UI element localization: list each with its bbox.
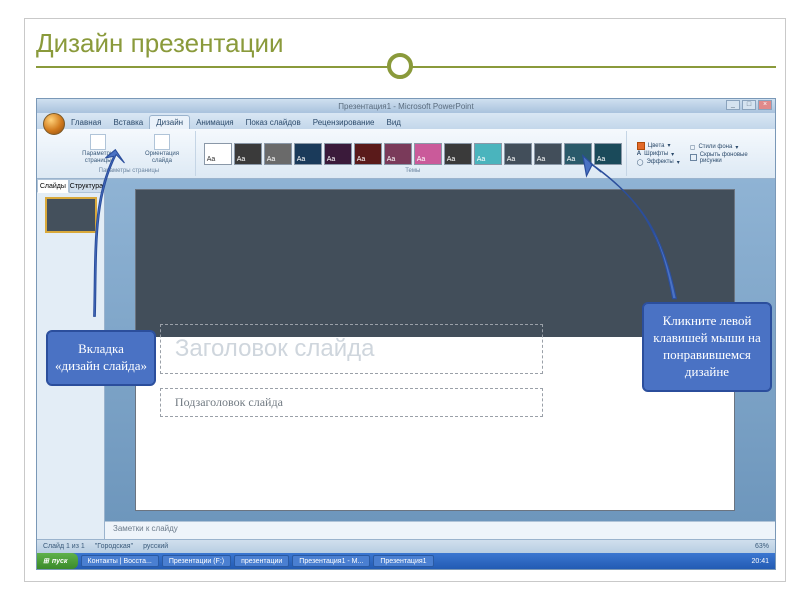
window-title: Презентация1 - Microsoft PowerPoint bbox=[338, 102, 473, 111]
theme-thumbnail-4[interactable] bbox=[324, 143, 352, 165]
title-ring-icon bbox=[387, 53, 413, 79]
callout-design-tab: Вкладка «дизайн слайда» bbox=[46, 330, 156, 386]
themes-gallery bbox=[204, 133, 622, 168]
status-language: русский bbox=[143, 543, 168, 550]
windows-taskbar: ⊞ пуск Контакты | Восста... Презентации … bbox=[37, 553, 775, 569]
slide-title-placeholder[interactable]: Заголовок слайда bbox=[160, 324, 543, 374]
theme-thumbnail-11[interactable] bbox=[534, 143, 562, 165]
tab-animation[interactable]: Анимация bbox=[190, 116, 240, 129]
status-theme: "Городская" bbox=[95, 543, 133, 550]
hide-bg-checkbox[interactable]: Скрыть фоновые рисунки bbox=[690, 152, 771, 164]
maximize-button[interactable]: □ bbox=[742, 100, 756, 110]
tab-design[interactable]: Дизайн bbox=[149, 115, 190, 129]
tab-insert[interactable]: Вставка bbox=[107, 116, 149, 129]
theme-thumbnail-1[interactable] bbox=[234, 143, 262, 165]
taskbar-item-5[interactable]: Презентация1 bbox=[373, 555, 433, 567]
tab-home[interactable]: Главная bbox=[65, 116, 107, 129]
callout-click-theme: Кликните левой клавишей мыши на понравив… bbox=[642, 302, 772, 392]
orientation-button[interactable]: Ориентация слайда bbox=[133, 133, 191, 165]
theme-thumbnail-0[interactable] bbox=[204, 143, 232, 165]
taskbar-item-2[interactable]: Презентации (F:) bbox=[162, 555, 231, 567]
theme-thumbnail-2[interactable] bbox=[264, 143, 292, 165]
office-button[interactable] bbox=[43, 113, 65, 135]
tab-review[interactable]: Рецензирование bbox=[307, 116, 381, 129]
system-tray: 20:41 bbox=[751, 558, 769, 565]
notes-pane[interactable]: Заметки к слайду bbox=[105, 521, 775, 539]
window-controls: _ □ × bbox=[726, 100, 772, 110]
taskbar-item-4[interactable]: Презентация1 - М... bbox=[292, 555, 370, 567]
colors-icon bbox=[637, 142, 645, 150]
page-title: Дизайн презентации bbox=[36, 28, 284, 59]
theme-thumbnail-6[interactable] bbox=[384, 143, 412, 165]
slide-subtitle-placeholder[interactable]: Подзаголовок слайда bbox=[160, 388, 543, 417]
theme-thumbnail-9[interactable] bbox=[474, 143, 502, 165]
taskbar-item-3[interactable]: презентации bbox=[234, 555, 289, 567]
tray-clock[interactable]: 20:41 bbox=[751, 558, 769, 565]
group-background: ▢Стили фона ▾ Скрыть фоновые рисунки bbox=[684, 131, 771, 176]
colors-dropdown[interactable]: Цвета ▾ bbox=[637, 142, 671, 150]
status-bar: Слайд 1 из 1 "Городская" русский 63% bbox=[37, 539, 775, 553]
theme-thumbnail-10[interactable] bbox=[504, 143, 532, 165]
start-button[interactable]: ⊞ пуск bbox=[37, 553, 78, 569]
minimize-button[interactable]: _ bbox=[726, 100, 740, 110]
bg-styles-dropdown[interactable]: ▢Стили фона ▾ bbox=[690, 144, 739, 151]
status-zoom[interactable]: 63% bbox=[755, 543, 769, 550]
ribbon-tabs: Главная Вставка Дизайн Анимация Показ сл… bbox=[37, 113, 775, 129]
orientation-icon bbox=[154, 134, 170, 150]
theme-thumbnail-5[interactable] bbox=[354, 143, 382, 165]
theme-thumbnail-8[interactable] bbox=[444, 143, 472, 165]
theme-thumbnail-3[interactable] bbox=[294, 143, 322, 165]
theme-thumbnail-7[interactable] bbox=[414, 143, 442, 165]
tab-view[interactable]: Вид bbox=[381, 116, 407, 129]
status-slide-count: Слайд 1 из 1 bbox=[43, 543, 85, 550]
window-titlebar: Презентация1 - Microsoft PowerPoint _ □ … bbox=[37, 99, 775, 113]
taskbar-item-1[interactable]: Контакты | Восста... bbox=[81, 555, 159, 567]
windows-logo-icon: ⊞ bbox=[43, 557, 49, 565]
slides-tab[interactable]: Слайды bbox=[37, 179, 69, 193]
close-button[interactable]: × bbox=[758, 100, 772, 110]
group-themes: Темы bbox=[200, 131, 627, 176]
tab-slideshow[interactable]: Показ слайдов bbox=[240, 116, 307, 129]
